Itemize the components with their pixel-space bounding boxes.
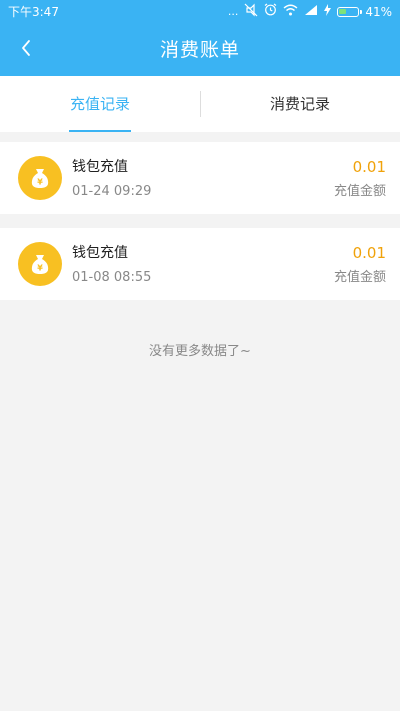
signal-icon (304, 4, 318, 21)
record-type-label: 充值金额 (333, 184, 386, 199)
tab-recharge-records[interactable]: 充值记录 (0, 76, 200, 132)
battery-percent: 41% (365, 5, 392, 19)
tab-label: 消费记录 (269, 95, 330, 113)
list-item[interactable]: ¥ 钱包充值 01-24 09:29 0.01 充值金额 (0, 142, 400, 214)
status-bar: 下午3:47 ... 41% (0, 0, 400, 24)
money-bag-icon: ¥ (18, 242, 62, 286)
record-amount: 0.01 (352, 244, 386, 262)
tab-divider (200, 91, 201, 117)
app-screen: 下午3:47 ... 41% 消费账单 充值记录 消费记录 ¥ 钱包充值 01-… (0, 0, 400, 711)
tab-bar: 充值记录 消费记录 (0, 76, 400, 132)
record-time: 01-08 08:55 (72, 270, 152, 285)
tab-consumption-records[interactable]: 消费记录 (200, 76, 400, 132)
list-item[interactable]: ¥ 钱包充值 01-08 08:55 0.01 充值金额 (0, 228, 400, 300)
active-tab-indicator (69, 130, 131, 132)
header-bar: 消费账单 (0, 24, 400, 76)
more-dots-icon: ... (227, 5, 239, 18)
svg-text:¥: ¥ (37, 178, 43, 187)
status-icons: ... 41% (228, 3, 392, 21)
money-bag-icon: ¥ (18, 156, 62, 200)
record-title: 钱包充值 (72, 245, 128, 261)
battery-icon (337, 7, 363, 17)
status-time: 下午3:47 (8, 5, 59, 19)
no-more-data-text: 没有更多数据了~ (149, 344, 251, 359)
record-amount: 0.01 (352, 158, 386, 176)
battery-level (339, 9, 347, 14)
mute-icon (244, 3, 258, 22)
record-type-label: 充值金额 (333, 270, 386, 285)
record-time: 01-24 09:29 (72, 184, 152, 199)
alarm-icon (264, 3, 277, 21)
svg-text:¥: ¥ (37, 264, 43, 273)
wifi-icon (283, 4, 298, 21)
page-title: 消费账单 (159, 39, 240, 61)
tab-label: 充值记录 (69, 95, 130, 113)
charging-icon (324, 3, 332, 21)
record-title: 钱包充值 (72, 159, 128, 175)
